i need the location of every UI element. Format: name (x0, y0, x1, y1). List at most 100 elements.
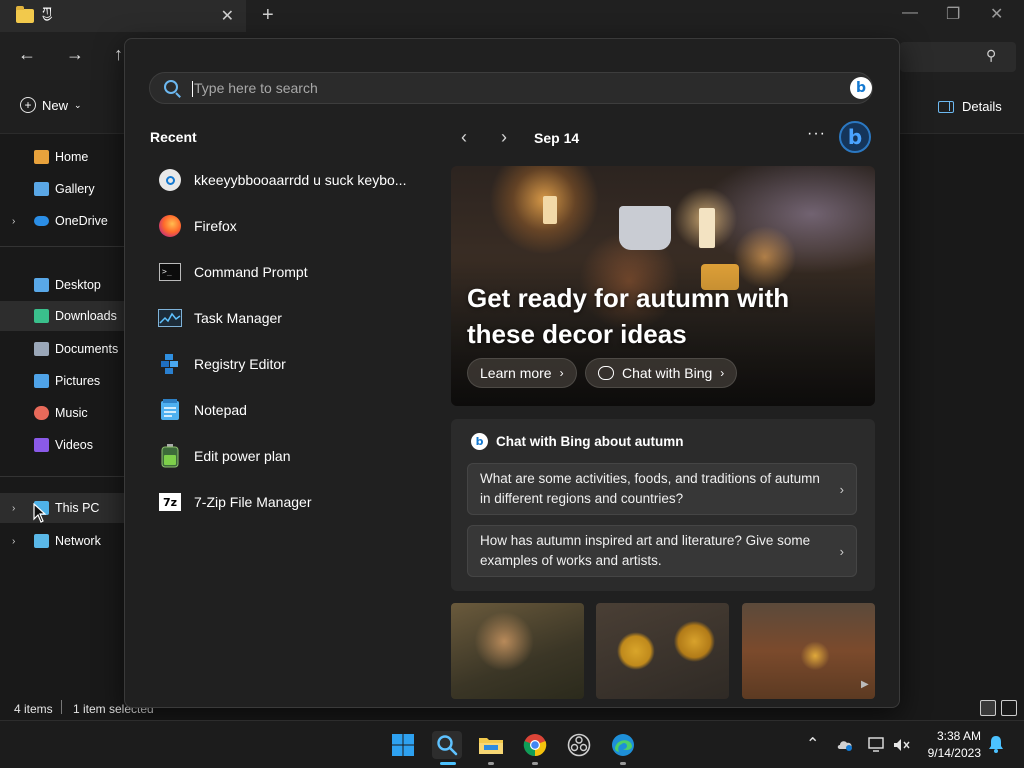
sidebar-item-gallery[interactable]: Gallery (0, 174, 124, 204)
network-icon (34, 534, 49, 548)
firefox-icon (158, 214, 182, 238)
next-day-button[interactable]: › (501, 127, 507, 148)
taskbar: ⌃ 3:38 AM 9/14/2023 (0, 720, 1024, 768)
chat-with-bing-label: Chat with Bing (622, 365, 713, 381)
sidebar-divider (0, 476, 124, 477)
recent-item-command-prompt[interactable]: >_ Command Prompt (158, 254, 418, 290)
previous-day-button[interactable]: ‹ (461, 127, 467, 148)
chrome-taskbar-button[interactable] (521, 731, 549, 759)
chevron-right-icon[interactable]: › (12, 503, 15, 514)
pictures-icon (34, 374, 49, 388)
edge-taskbar-button[interactable] (609, 731, 637, 759)
recent-item-notepad[interactable]: Notepad (158, 392, 418, 428)
chevron-right-icon: › (720, 366, 725, 380)
volume-muted-icon[interactable] (893, 737, 911, 756)
chat-with-bing-button[interactable]: Chat with Bing › (585, 358, 738, 388)
tiles-view-icon[interactable] (1001, 700, 1017, 716)
sidebar-item-music[interactable]: Music (0, 398, 124, 428)
chevron-right-icon: › (559, 366, 564, 380)
explorer-search-box[interactable] (900, 42, 1016, 72)
sidebar-item-documents[interactable]: Documents (0, 334, 124, 364)
file-explorer-taskbar-button[interactable] (477, 731, 505, 759)
recent-item-firefox[interactable]: Firefox (158, 208, 418, 244)
item-count: 4 items (14, 702, 53, 716)
chrome-icon (523, 734, 547, 757)
sidebar-item-this-pc[interactable]: › This PC (0, 493, 124, 523)
learn-more-button[interactable]: Learn more › (467, 358, 577, 388)
search-icon: ⚲ (986, 47, 997, 63)
search-input[interactable] (194, 76, 814, 100)
windows-logo-icon (392, 734, 414, 756)
navigation-pane: Home Gallery › OneDrive Desktop Download… (0, 134, 124, 700)
edge-icon (612, 734, 634, 756)
7zip-icon: 7z (158, 490, 182, 514)
chevron-right-icon: › (839, 544, 844, 559)
document-icon (34, 342, 49, 356)
sidebar-item-desktop[interactable]: Desktop (0, 270, 124, 300)
text-caret (192, 81, 193, 97)
mouse-cursor-icon (33, 503, 47, 523)
thumbnail-card[interactable] (742, 603, 875, 699)
scroll-right-icon[interactable]: ▶ (861, 679, 869, 690)
minimize-icon[interactable]: — (902, 4, 918, 22)
hero-title: Get ready for autumn with these decor id… (467, 283, 790, 349)
sidebar-item-videos[interactable]: Videos (0, 430, 124, 460)
forward-arrow-icon[interactable]: → (66, 44, 84, 65)
recent-item-7zip[interactable]: 7z 7-Zip File Manager (158, 484, 418, 520)
registry-editor-icon (158, 352, 182, 376)
thumbnail-card[interactable] (596, 603, 729, 699)
bing-chat-icon[interactable]: b (839, 121, 871, 153)
details-view-icon[interactable] (980, 700, 996, 716)
notepad-icon (158, 398, 182, 422)
recent-item-task-manager[interactable]: Task Manager (158, 300, 418, 336)
running-indicator (488, 762, 494, 765)
details-button-label: Details (962, 99, 1002, 114)
recent-item-edit-power-plan[interactable]: Edit power plan (158, 438, 418, 474)
clock-time[interactable]: 3:38 AM (935, 729, 981, 743)
new-button[interactable]: + New ⌄ (20, 97, 82, 113)
onedrive-icon[interactable] (836, 737, 854, 754)
chat-card-header: b Chat with Bing about autumn (471, 433, 683, 450)
obs-taskbar-button[interactable] (565, 731, 593, 759)
task-manager-icon (158, 306, 182, 330)
bing-icon[interactable]: b (850, 77, 872, 99)
close-tab-icon[interactable]: ✕ (221, 6, 234, 26)
network-icon[interactable] (868, 737, 886, 756)
new-tab-button[interactable]: + (262, 4, 274, 27)
explorer-tab[interactable]: ཀྱ ✕ (0, 0, 246, 32)
chat-prompt[interactable]: How has autumn inspired art and literatu… (467, 525, 857, 577)
details-pane-icon (938, 100, 954, 113)
recent-item-registry-editor[interactable]: Registry Editor (158, 346, 418, 382)
up-arrow-icon[interactable]: ↑ (114, 44, 123, 65)
folder-icon (479, 738, 503, 754)
back-arrow-icon[interactable]: ← (18, 44, 36, 65)
thumbnail-card[interactable] (451, 603, 584, 699)
sidebar-item-onedrive[interactable]: › OneDrive (0, 206, 124, 236)
desktop-icon (34, 278, 49, 292)
sidebar-item-downloads[interactable]: Downloads (0, 301, 124, 331)
home-icon (34, 150, 49, 164)
chevron-right-icon: › (839, 482, 844, 497)
notification-bell-icon[interactable] (988, 735, 1004, 756)
search-bar[interactable]: b (149, 72, 873, 104)
new-button-label: New (42, 97, 69, 113)
close-window-icon[interactable]: ✕ (990, 4, 1003, 24)
chevron-right-icon[interactable]: › (12, 216, 15, 227)
clock-date[interactable]: 9/14/2023 (920, 746, 981, 760)
chat-prompt[interactable]: What are some activities, foods, and tra… (467, 463, 857, 515)
more-options-button[interactable]: ··· (807, 125, 826, 143)
sidebar-item-pictures[interactable]: Pictures (0, 366, 124, 396)
chevron-right-icon[interactable]: › (12, 536, 15, 547)
search-taskbar-button[interactable] (432, 731, 462, 759)
sidebar-item-network[interactable]: › Network (0, 526, 124, 556)
sidebar-item-home[interactable]: Home (0, 142, 124, 172)
recent-item-search[interactable]: kkeeyybbooaarrdd u suck keybo... (158, 162, 418, 198)
cloud-icon (34, 216, 49, 226)
start-button[interactable] (389, 731, 417, 759)
plus-icon: + (20, 97, 36, 113)
restore-icon[interactable]: ❐ (946, 4, 960, 24)
show-hidden-icons-chevron-icon[interactable]: ⌃ (806, 734, 819, 754)
details-button[interactable]: Details (938, 99, 1002, 114)
status-separator (61, 700, 62, 714)
hero-card[interactable]: Get ready for autumn with these decor id… (451, 166, 875, 406)
